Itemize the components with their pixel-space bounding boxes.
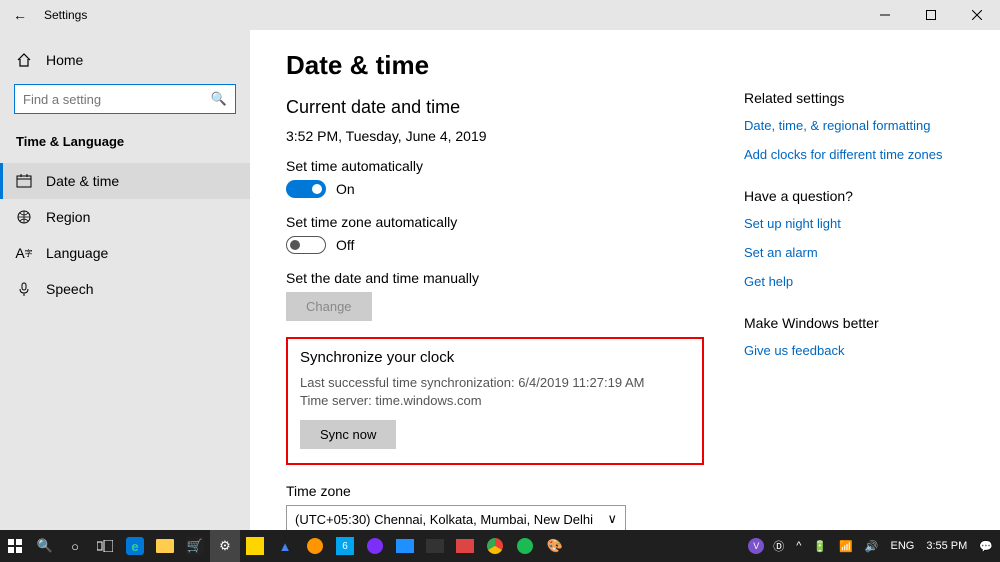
chevron-down-icon: ∨ [607,511,617,527]
link-night-light[interactable]: Set up night light [744,216,964,231]
app-icon-7[interactable] [450,530,480,562]
timezone-label: Time zone [286,483,704,499]
search-box[interactable]: 🔍 [14,84,236,114]
home-label: Home [46,52,83,68]
sync-section: Synchronize your clock Last successful t… [286,337,704,465]
tray-volume-icon[interactable]: 🔊 [862,540,882,553]
section-label: Time & Language [0,126,250,163]
edge-icon[interactable]: e [120,530,150,562]
set-time-auto-label: Set time automatically [286,158,704,174]
content: Date & time Current date and time 3:52 P… [286,50,704,530]
question-header: Have a question? [744,188,964,204]
taskbar: 🔍 ○ e 🛒 ⚙ ▲ 6 🎨 V Ⓓ ^ 🔋 📶 🔊 ENG 3:55 PM … [0,530,1000,562]
nav-label: Language [46,245,108,261]
nav-date-time[interactable]: Date & time [0,163,250,199]
microphone-icon [16,281,32,297]
paint-icon[interactable]: 🎨 [540,530,570,562]
app-icon-3[interactable]: 6 [330,530,360,562]
search-input[interactable] [23,92,211,107]
app-icon-2[interactable]: ▲ [270,530,300,562]
sidebar: Home 🔍 Time & Language Date & time Regio… [0,30,250,530]
settings-icon[interactable]: ⚙ [210,530,240,562]
search-icon: 🔍 [211,91,227,107]
tray-battery-icon[interactable]: 🔋 [810,540,830,553]
tray-wifi-icon[interactable]: 📶 [836,540,856,553]
search-taskbar-icon[interactable]: 🔍 [30,530,60,562]
tray-user-icon[interactable]: V [748,538,764,554]
set-zone-auto-toggle[interactable]: Off [286,236,704,254]
link-get-help[interactable]: Get help [744,274,964,289]
app-icon-6[interactable] [420,530,450,562]
tray-notifications-icon[interactable]: 💬 [976,540,996,553]
nav-label: Region [46,209,90,225]
app-icon-5[interactable] [390,530,420,562]
link-regional-formatting[interactable]: Date, time, & regional formatting [744,118,964,133]
calendar-icon [16,173,32,189]
link-add-clocks[interactable]: Add clocks for different time zones [744,147,964,162]
timezone-dropdown[interactable]: (UTC+05:30) Chennai, Kolkata, Mumbai, Ne… [286,505,626,530]
back-button[interactable]: ← [0,7,40,23]
sync-last: Last successful time synchronization: 6/… [300,374,690,392]
toggle-state: On [336,181,355,197]
toggle-state: Off [336,237,354,253]
page-title: Date & time [286,50,704,81]
better-header: Make Windows better [744,315,964,331]
nav-label: Speech [46,281,93,297]
tray-time[interactable]: 3:55 PM [923,540,970,552]
cortana-icon[interactable]: ○ [60,530,90,562]
timezone-value: (UTC+05:30) Chennai, Kolkata, Mumbai, Ne… [295,512,593,527]
titlebar: ← Settings [0,0,1000,30]
chrome-icon[interactable] [480,530,510,562]
maximize-button[interactable] [908,0,954,30]
sync-header: Synchronize your clock [300,349,690,366]
start-button[interactable] [0,530,30,562]
nav-speech[interactable]: Speech [0,271,250,307]
language-icon: A字 [16,245,32,261]
set-time-auto-toggle[interactable]: On [286,180,704,198]
store-icon[interactable]: 🛒 [180,530,210,562]
close-button[interactable] [954,0,1000,30]
firefox-icon[interactable] [300,530,330,562]
globe-icon [16,209,32,225]
change-button[interactable]: Change [286,292,372,321]
current-header: Current date and time [286,97,704,118]
tray-up-icon[interactable]: ^ [793,540,804,552]
task-view-icon[interactable] [90,530,120,562]
sidebar-home[interactable]: Home [0,44,250,76]
window-title: Settings [44,8,87,22]
nav-region[interactable]: Region [0,199,250,235]
spotify-icon[interactable] [510,530,540,562]
file-explorer-icon[interactable] [150,530,180,562]
app-icon-1[interactable] [240,530,270,562]
manual-label: Set the date and time manually [286,270,704,286]
right-column: Related settings Date, time, & regional … [744,50,964,530]
current-value: 3:52 PM, Tuesday, June 4, 2019 [286,128,704,144]
nav-language[interactable]: A字 Language [0,235,250,271]
tray-bluetooth-icon[interactable]: Ⓓ [770,538,787,554]
link-feedback[interactable]: Give us feedback [744,343,964,358]
related-header: Related settings [744,90,964,106]
set-zone-auto-label: Set time zone automatically [286,214,704,230]
minimize-button[interactable] [862,0,908,30]
nav-label: Date & time [46,173,119,189]
tray-lang[interactable]: ENG [887,540,917,552]
link-alarm[interactable]: Set an alarm [744,245,964,260]
sync-server: Time server: time.windows.com [300,392,690,410]
app-icon-4[interactable] [360,530,390,562]
home-icon [16,52,32,68]
sync-now-button[interactable]: Sync now [300,420,396,449]
